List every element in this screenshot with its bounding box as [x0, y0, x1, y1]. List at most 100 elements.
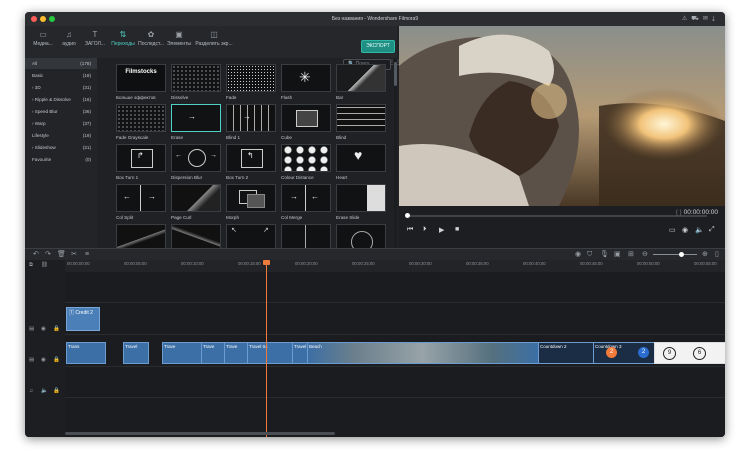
- timeline-scrollbar[interactable]: [65, 432, 335, 435]
- transition-cube[interactable]: Cube: [281, 104, 331, 140]
- turn-arrow-icon: ↰: [247, 151, 254, 160]
- close-window-button[interactable]: [31, 16, 37, 22]
- library-scrollbar[interactable]: [394, 58, 397, 248]
- video-clip-5[interactable]: Trave: [224, 342, 248, 364]
- category-lifestyle[interactable]: Lifestyle (19): [25, 130, 97, 141]
- transitions-library: Filmstocks Больше эффектов Dissolve Fade …: [107, 58, 393, 248]
- transition-more-effects[interactable]: Filmstocks Больше эффектов: [116, 64, 166, 100]
- transition-heart[interactable]: ♥ Heart: [336, 144, 386, 180]
- lock-icon-3[interactable]: 🔒: [53, 388, 60, 394]
- preview-viewer: [399, 26, 725, 206]
- transition-flash[interactable]: ✳ Flash: [281, 64, 331, 100]
- transition-box-turn-1[interactable]: ↱ Box Turn 1: [116, 144, 166, 180]
- play-frame-button[interactable]: ⏵: [423, 226, 427, 234]
- window-title: Без названия - Wondershare Filmora9: [331, 16, 419, 22]
- transition-row5-5[interactable]: [336, 224, 386, 248]
- transition-blind-1[interactable]: → Blind 1: [226, 104, 276, 140]
- filmstocks-logo: Filmstocks: [125, 69, 157, 75]
- transition-dispersion-blur[interactable]: ← → Dispersion Blur: [171, 144, 221, 180]
- transition-fade-grayscale[interactable]: Fade Grayscale: [116, 104, 166, 140]
- speaker-icon[interactable]: 🔈: [41, 388, 48, 394]
- video-clip-3[interactable]: Trave: [162, 342, 202, 364]
- track-video-icon-2: ▤: [29, 357, 35, 363]
- visibility-icon-2[interactable]: ◉: [41, 357, 46, 363]
- export-button[interactable]: ЭКСПОРТ: [361, 40, 395, 53]
- maximize-window-button[interactable]: [49, 16, 55, 22]
- playback-progress-bar[interactable]: [405, 213, 707, 218]
- mail-icon[interactable]: ✉: [703, 16, 712, 22]
- transition-erase-slide[interactable]: Erase Slide: [336, 184, 386, 220]
- category-sidebar: All (178) Basic (18) › 3D (31) › Ripple & D…: [25, 58, 97, 248]
- transition-morph[interactable]: Morph: [226, 184, 276, 220]
- category-ripple-dissolve[interactable]: › Ripple & Dissolve (16): [25, 94, 97, 105]
- add-track-icon[interactable]: ⧉: [29, 262, 33, 269]
- category-slideshow[interactable]: › Slideshow (21): [25, 142, 97, 153]
- transition-bar[interactable]: Bar: [336, 64, 386, 100]
- zoom-slider[interactable]: [653, 252, 697, 257]
- transition-dissolve[interactable]: Dissolve: [171, 64, 221, 100]
- stop-button[interactable]: ■: [455, 226, 459, 233]
- category-warp[interactable]: › Warp (37): [25, 118, 97, 129]
- video-clip-2[interactable]: Travel: [123, 342, 149, 364]
- minimize-window-button[interactable]: [40, 16, 46, 22]
- transition-row5-4[interactable]: [281, 224, 331, 248]
- display-icon[interactable]: ▭: [669, 226, 676, 234]
- volume-icon[interactable]: 🔈: [695, 226, 704, 234]
- video-clip-6[interactable]: Travel 04: [247, 342, 293, 364]
- zoom-handle[interactable]: [679, 252, 684, 257]
- countdown-clip-2[interactable]: Countdown 2: [538, 342, 594, 364]
- fullscreen-icon[interactable]: ⤢: [709, 226, 715, 234]
- category-3d[interactable]: › 3D (31): [25, 82, 97, 93]
- transition-col-merge[interactable]: → ← Col Merge: [281, 184, 331, 220]
- timeline-ruler[interactable]: 00:00:00:00 00:00:05:00 00:00:10:00 00:0…: [65, 260, 725, 272]
- video-clip-7[interactable]: Travel: [292, 342, 308, 364]
- category-basic[interactable]: Basic (18): [25, 70, 97, 81]
- transition-row5-2[interactable]: [171, 224, 221, 248]
- arrow-right-icon: →: [243, 112, 251, 121]
- play-button[interactable]: ▶: [439, 226, 444, 234]
- heart-icon: ♥: [354, 147, 363, 163]
- app-window: Без названия - Wondershare Filmora9 ⚠⛟✉⤓…: [25, 12, 725, 437]
- title-bar: Без названия - Wondershare Filmora9 ⚠⛟✉⤓: [25, 12, 725, 26]
- progress-handle[interactable]: [405, 213, 410, 218]
- library-tabs: ▭ Медиа... ♫ аудио T ЗАГОЛ... ⇅ Переходы ✿ По…: [25, 26, 401, 70]
- video-clip-4[interactable]: Trave: [201, 342, 225, 364]
- category-favourite[interactable]: Favourite (0): [25, 154, 97, 165]
- track-headers: ⧉ ⛓ ▤ ◉ 🔒 ▤ ◉ 🔒 ♫ 🔈 🔒: [25, 260, 66, 437]
- transition-row5-1[interactable]: [116, 224, 166, 248]
- video-clip-beach[interactable]: Beach: [307, 342, 539, 364]
- playhead[interactable]: [263, 260, 270, 437]
- flash-icon: ✳: [299, 69, 311, 85]
- download-icon[interactable]: ⤓: [712, 16, 719, 22]
- title-clip[interactable]: 🅃 Credit 2: [66, 307, 100, 331]
- tab-split-screen[interactable]: ◫ Разделить экр...: [192, 28, 236, 56]
- countdown-clip-3[interactable]: Countdown 3 2 2: [593, 342, 655, 364]
- preview-frame: [399, 26, 725, 206]
- link-icon[interactable]: ⛓: [41, 262, 48, 268]
- category-all[interactable]: All (178): [25, 58, 97, 69]
- step-back-button[interactable]: ⏮: [407, 226, 413, 234]
- transition-colour-distance[interactable]: Colour Distance: [281, 144, 331, 180]
- transition-row5-3[interactable]: ↖ ↗: [226, 224, 276, 248]
- player-controls: { } 00:00:00:00 ⏮ ⏵ ▶ ■ ▭ ◉ 🔈 ⤢: [399, 206, 725, 248]
- countdown-clip-4[interactable]: 9 6: [654, 342, 725, 364]
- visibility-icon[interactable]: ◉: [41, 326, 46, 332]
- category-speed-blur[interactable]: › Speed Blur (36): [25, 106, 97, 117]
- transition-fade[interactable]: Fade: [226, 64, 276, 100]
- transition-page-curl[interactable]: Page Curl: [171, 184, 221, 220]
- arrow-right-icon: →: [188, 112, 196, 121]
- cart-icon[interactable]: ⛟: [691, 16, 703, 22]
- lock-icon-2[interactable]: 🔒: [53, 357, 60, 363]
- split-screen-icon: ◫: [210, 30, 218, 39]
- transition-box-turn-2[interactable]: ↰ Box Turn 2: [226, 144, 276, 180]
- video-clip-1[interactable]: Trans: [66, 342, 106, 364]
- turn-arrow-icon: ↱: [137, 151, 144, 160]
- transition-col-split[interactable]: ← → Col Split: [116, 184, 166, 220]
- lock-icon[interactable]: 🔒: [53, 326, 60, 332]
- snapshot-icon[interactable]: ◉: [682, 226, 688, 234]
- transition-erase[interactable]: → Erase: [171, 104, 221, 140]
- user-icon[interactable]: ⚠: [682, 16, 691, 22]
- timecode-display: { } 00:00:00:00: [675, 209, 718, 216]
- track-video-icon: ▤: [29, 326, 35, 332]
- transition-blind[interactable]: Blind: [336, 104, 386, 140]
